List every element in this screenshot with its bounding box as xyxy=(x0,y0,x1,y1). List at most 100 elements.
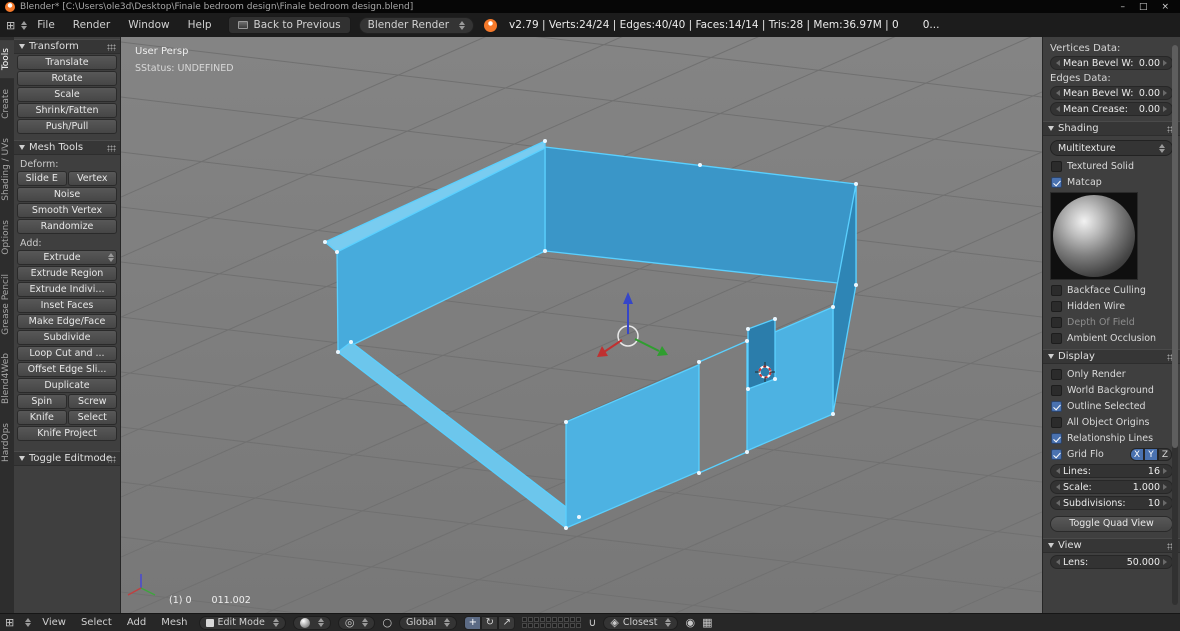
panel-header-toggle-editmode[interactable]: Toggle Editmode xyxy=(14,451,120,466)
grid-subdivisions-field[interactable]: Subdivisions: 10 xyxy=(1050,496,1173,510)
extrude-button[interactable]: Extrude xyxy=(17,250,117,265)
checkbox-box[interactable] xyxy=(1051,368,1062,380)
extrude-region-button[interactable]: Extrude Region xyxy=(17,266,117,281)
menu-view[interactable]: View xyxy=(38,617,70,628)
editor-type-icon[interactable]: ⊞ xyxy=(6,20,15,31)
tab-options[interactable]: Options xyxy=(0,212,14,263)
scale-button[interactable]: Scale xyxy=(17,87,117,102)
toggle-quad-view-button[interactable]: Toggle Quad View xyxy=(1050,516,1173,532)
spin-button[interactable]: Spin xyxy=(17,394,67,409)
rotate-button[interactable]: Rotate xyxy=(17,71,117,86)
grid-scale-field[interactable]: Scale: 1.000 xyxy=(1050,480,1173,494)
menu-select[interactable]: Select xyxy=(77,617,116,628)
orientation-dropdown[interactable]: Global xyxy=(399,615,458,630)
rotate-manipulator-icon[interactable]: ↻ xyxy=(481,615,499,630)
checkbox-box[interactable] xyxy=(1051,300,1062,312)
grid-lines-field[interactable]: Lines: 16 xyxy=(1050,464,1173,478)
loop-cut-button[interactable]: Loop Cut and ... xyxy=(17,346,117,361)
render-engine-dropdown[interactable]: Blender Render xyxy=(358,16,475,34)
checkbox-box[interactable] xyxy=(1051,384,1062,396)
duplicate-button[interactable]: Duplicate xyxy=(17,378,117,393)
axis-y-button[interactable]: Y xyxy=(1144,447,1158,461)
matcap-preview[interactable] xyxy=(1050,192,1138,280)
menu-file[interactable]: File xyxy=(29,16,63,34)
snap-element-dropdown[interactable]: ◈ Closest xyxy=(603,615,679,630)
subdivide-button[interactable]: Subdivide xyxy=(17,330,117,345)
checkbox-depth-of-field[interactable]: Depth Of Field xyxy=(1051,316,1172,328)
panel-header-shading[interactable]: Shading xyxy=(1043,121,1180,136)
checkbox-box[interactable] xyxy=(1051,284,1062,296)
checkbox-box[interactable] xyxy=(1051,432,1062,444)
panel-header-mesh-tools[interactable]: Mesh Tools xyxy=(14,140,120,155)
axis-x-button[interactable]: X xyxy=(1130,447,1144,461)
checkbox-world-background[interactable]: World Background xyxy=(1051,384,1172,396)
shrink-fatten-button[interactable]: Shrink/Fatten xyxy=(17,103,117,118)
render-animation-icon[interactable]: ▦ xyxy=(702,617,712,628)
checkbox-hidden-wire[interactable]: Hidden Wire xyxy=(1051,300,1172,312)
noise-button[interactable]: Noise xyxy=(17,187,117,202)
checkbox-box[interactable] xyxy=(1051,332,1062,344)
edge-bevel-weight-field[interactable]: Mean Bevel W: 0.00 xyxy=(1050,86,1173,100)
tab-tools[interactable]: Tools xyxy=(0,40,14,79)
lens-field[interactable]: Lens: 50.000 xyxy=(1050,555,1173,569)
menu-help[interactable]: Help xyxy=(180,16,220,34)
snap-magnet-icon[interactable]: ∪ xyxy=(588,617,596,628)
checkbox-matcap[interactable]: Matcap xyxy=(1051,176,1172,188)
doorway-opening[interactable] xyxy=(698,340,748,474)
mode-dropdown[interactable]: Edit Mode xyxy=(198,615,286,630)
menu-mesh[interactable]: Mesh xyxy=(157,617,191,628)
proportional-edit-icon[interactable]: ○ xyxy=(382,617,392,628)
menu-render[interactable]: Render xyxy=(65,16,118,34)
tab-shading-uvs[interactable]: Shading / UVs xyxy=(0,130,14,209)
menu-window[interactable]: Window xyxy=(120,16,177,34)
tab-create[interactable]: Create xyxy=(0,81,14,127)
checkbox-textured-solid[interactable]: Textured Solid xyxy=(1051,160,1172,172)
inset-faces-button[interactable]: Inset Faces xyxy=(17,298,117,313)
mean-bevel-weight-field[interactable]: Mean Bevel W: 0.00 xyxy=(1050,56,1173,70)
extrude-individual-button[interactable]: Extrude Indivi... xyxy=(17,282,117,297)
pivot-point-dropdown[interactable]: ◎ xyxy=(337,615,376,630)
maximize-button[interactable]: □ xyxy=(1139,2,1148,12)
randomize-button[interactable]: Randomize xyxy=(17,219,117,234)
mean-crease-field[interactable]: Mean Crease: 0.00 xyxy=(1050,102,1173,116)
checkbox-box[interactable] xyxy=(1051,448,1062,460)
minimize-button[interactable]: – xyxy=(1120,2,1125,12)
checkbox-outline-selected[interactable]: Outline Selected xyxy=(1051,400,1172,412)
menu-add[interactable]: Add xyxy=(123,617,150,628)
slide-vertex-button[interactable]: Vertex xyxy=(67,171,117,186)
knife-select-button[interactable]: Select xyxy=(67,410,117,425)
checkbox-box[interactable] xyxy=(1051,416,1062,428)
tab-hardops[interactable]: HardOps xyxy=(0,415,14,470)
checkbox-box[interactable] xyxy=(1051,316,1062,328)
knife-project-button[interactable]: Knife Project xyxy=(17,426,117,441)
checkbox-grid-floor[interactable]: Grid Flo X Y Z xyxy=(1051,447,1172,461)
knife-button[interactable]: Knife xyxy=(17,410,67,425)
make-edge-face-button[interactable]: Make Edge/Face xyxy=(17,314,117,329)
scale-manipulator-icon[interactable]: ↗ xyxy=(498,615,516,630)
render-opengl-icon[interactable]: ◉ xyxy=(685,617,695,628)
screw-button[interactable]: Screw xyxy=(67,394,117,409)
scrollbar-thumb[interactable] xyxy=(1172,45,1178,449)
checkbox-relationship-lines[interactable]: Relationship Lines xyxy=(1051,432,1172,444)
checkbox-box[interactable] xyxy=(1051,176,1062,188)
translate-manipulator-icon[interactable]: + xyxy=(464,615,482,630)
offset-edge-slide-button[interactable]: Offset Edge Sli... xyxy=(17,362,117,377)
checkbox-backface-culling[interactable]: Backface Culling xyxy=(1051,284,1172,296)
layers-widget[interactable] xyxy=(522,617,582,628)
checkbox-only-render[interactable]: Only Render xyxy=(1051,368,1172,380)
shading-mode-dropdown[interactable]: Multitexture xyxy=(1050,140,1173,156)
checkbox-ambient-occlusion[interactable]: Ambient Occlusion xyxy=(1051,332,1172,344)
slide-edge-button[interactable]: Slide E xyxy=(17,171,67,186)
translate-button[interactable]: Translate xyxy=(17,55,117,70)
panel-header-view[interactable]: View xyxy=(1043,538,1180,553)
editor-type-icon[interactable]: ⊞ xyxy=(5,617,14,628)
viewport-canvas[interactable] xyxy=(121,37,1042,613)
checkbox-all-object-origins[interactable]: All Object Origins xyxy=(1051,416,1172,428)
viewport-3d[interactable]: User Persp SStatus: UNDEFINED (1) 0 011.… xyxy=(121,37,1042,613)
checkbox-box[interactable] xyxy=(1051,160,1062,172)
back-to-previous-button[interactable]: Back to Previous xyxy=(227,16,351,34)
smooth-vertex-button[interactable]: Smooth Vertex xyxy=(17,203,117,218)
properties-scrollbar[interactable] xyxy=(1172,45,1178,605)
viewport-shading-dropdown[interactable] xyxy=(292,615,331,630)
panel-header-display[interactable]: Display xyxy=(1043,349,1180,364)
